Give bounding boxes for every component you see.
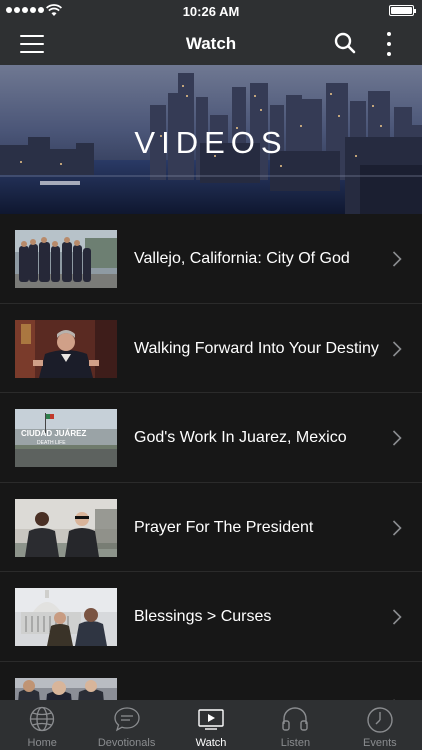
video-title: Walking Forward Into Your Destiny xyxy=(134,339,379,357)
video-thumbnail xyxy=(15,498,117,557)
video-row[interactable]: Vallejo, California: City Of God xyxy=(0,214,422,304)
hero-banner: VIDEOS xyxy=(0,65,422,214)
tab-home[interactable]: Home xyxy=(0,700,84,750)
chevron-right-icon xyxy=(392,609,402,625)
battery-icon xyxy=(389,5,416,16)
video-title: God's Work In Juarez, Mexico xyxy=(134,429,347,446)
chevron-right-icon xyxy=(392,519,402,536)
video-title: Vallejo, California: City Of God xyxy=(134,250,350,267)
tab-label: Home xyxy=(27,737,57,749)
video-row[interactable]: Prayer For The President xyxy=(0,483,422,572)
video-title: Blessings > Curses xyxy=(134,608,272,625)
headphones-icon xyxy=(282,707,309,731)
navigation-bar: Watch xyxy=(0,22,422,65)
chat-bubble-icon xyxy=(113,707,140,732)
video-row[interactable]: Blessings > Curses xyxy=(0,572,422,662)
video-list[interactable]: Vallejo, California: City Of God Walking… xyxy=(0,214,422,700)
tab-events[interactable]: Events xyxy=(338,700,422,750)
app-screen: 10:26 AM Watch VIDEOS Vallejo, Californi… xyxy=(0,0,422,750)
hero-title: VIDEOS xyxy=(134,125,288,160)
tab-label: Devotionals xyxy=(97,737,156,749)
video-thumbnail xyxy=(15,319,117,378)
video-thumbnail xyxy=(15,230,117,288)
thumbnail-subcaption: DEATH LIFE xyxy=(37,440,66,446)
tab-devotionals[interactable]: Devotionals xyxy=(84,700,168,750)
video-thumbnail xyxy=(15,677,117,700)
tab-label: Events xyxy=(363,737,397,749)
tab-listen[interactable]: Listen xyxy=(253,700,337,750)
page-title: Watch xyxy=(185,34,237,53)
video-thumbnail: CIUDAD JUÁREZ DEATH LIFE xyxy=(15,409,117,467)
tab-bar: Home Devotionals Watch Listen Events xyxy=(0,700,422,750)
chevron-right-icon xyxy=(392,340,402,357)
search-icon[interactable] xyxy=(334,32,356,54)
clock-icon xyxy=(367,707,393,733)
video-thumbnail xyxy=(15,588,117,646)
globe-icon xyxy=(30,706,55,732)
thumbnail-caption: CIUDAD JUÁREZ xyxy=(21,429,86,438)
video-row[interactable] xyxy=(0,662,422,700)
chevron-right-icon xyxy=(392,251,402,267)
status-time: 10:26 AM xyxy=(182,4,240,19)
status-bar: 10:26 AM xyxy=(0,0,422,22)
tab-label: Watch xyxy=(195,737,227,749)
tab-watch[interactable]: Watch xyxy=(169,700,253,750)
video-screen-icon xyxy=(198,709,224,730)
video-row[interactable]: CIUDAD JUÁREZ DEATH LIFE God's Work In J… xyxy=(0,393,422,483)
more-options-icon[interactable] xyxy=(384,32,394,56)
video-title: Prayer For The President xyxy=(134,518,314,536)
video-row[interactable]: Walking Forward Into Your Destiny xyxy=(0,304,422,393)
chevron-right-icon xyxy=(392,430,402,446)
tab-label: Listen xyxy=(280,737,311,749)
